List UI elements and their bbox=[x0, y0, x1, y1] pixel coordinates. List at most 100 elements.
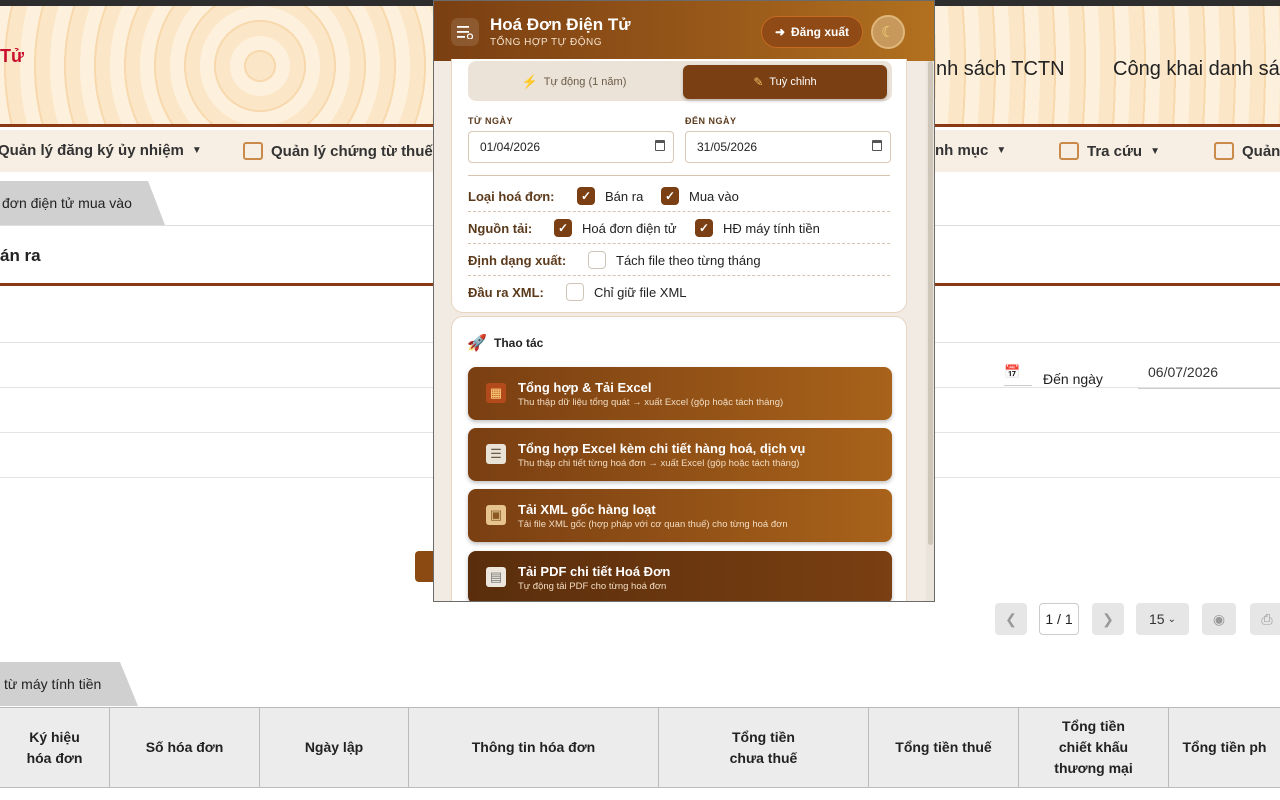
theme-toggle-button[interactable]: ☾ bbox=[871, 15, 905, 49]
print-icon[interactable]: ⎙ bbox=[1250, 603, 1280, 635]
rocket-icon: 🚀 bbox=[467, 335, 487, 352]
page-size-select[interactable]: 15 ⌄ bbox=[1136, 603, 1189, 635]
scrollbar-thumb[interactable] bbox=[928, 61, 933, 545]
format-label: Định dạng xuất: bbox=[468, 253, 567, 268]
calendar-icon[interactable] bbox=[872, 140, 882, 151]
header-link-tctn[interactable]: nh sách TCTN bbox=[936, 58, 1065, 81]
tab-purchase-invoices[interactable]: đơn điện tử mua vào bbox=[0, 181, 165, 225]
table-header: Ký hiệu hóa đơn Số hóa đơn Ngày lập Thôn… bbox=[0, 707, 1280, 788]
divider bbox=[468, 211, 890, 212]
excel-icon: ▦ bbox=[486, 383, 506, 403]
column-header: Ngày lập bbox=[260, 708, 409, 787]
calendar-icon[interactable] bbox=[655, 140, 665, 151]
xml-only-checkbox[interactable] bbox=[566, 283, 584, 301]
xml-output-label: Đầu ra XML: bbox=[468, 285, 544, 300]
sell-label: Bán ra bbox=[605, 189, 644, 204]
nav-item-manage[interactable]: Quản bbox=[1214, 142, 1280, 160]
actions-card: 🚀 Thao tác ▦ Tổng hợp & Tải Excel Thu th… bbox=[451, 316, 907, 601]
logout-button[interactable]: ➜ Đăng xuất bbox=[761, 16, 863, 48]
chevron-down-icon: ▼ bbox=[1150, 145, 1160, 157]
popup-subtitle: TỔNG HỢP TỰ ĐỘNG bbox=[490, 37, 602, 48]
download-pdf-button[interactable]: ▤ Tải PDF chi tiết Hoá Đơn Tự động tải P… bbox=[468, 551, 892, 601]
sell-checkbox[interactable]: ✓ bbox=[577, 187, 595, 205]
from-date-label: TỪ NGÀY bbox=[468, 116, 513, 126]
split-month-checkbox[interactable] bbox=[588, 251, 606, 269]
action-title: Tải XML gốc hàng loạt bbox=[518, 502, 656, 517]
action-title: Tổng hợp & Tải Excel bbox=[518, 380, 652, 395]
site-logo-text: Tử bbox=[0, 46, 25, 66]
mode-auto-label: Tự động (1 năm) bbox=[543, 76, 627, 88]
export-excel-button[interactable]: ▦ Tổng hợp & Tải Excel Thu thập dữ liệu … bbox=[468, 367, 892, 420]
settings-card: ⚡ Tự động (1 năm) ✎ Tuỳ chỉnh TỪ NGÀY 01… bbox=[451, 59, 907, 313]
page: Tử nh sách TCTN Công khai danh sác Quản … bbox=[0, 0, 1280, 800]
download-xml-button[interactable]: ▣ Tải XML gốc hàng loạt Tải file XML gốc… bbox=[468, 489, 892, 542]
page-input[interactable]: 1 / 1 bbox=[1039, 603, 1079, 635]
xml-only-label: Chỉ giữ file XML bbox=[594, 285, 687, 300]
nav-label: Tra cứu bbox=[1087, 142, 1143, 160]
buy-label: Mua vào bbox=[689, 189, 739, 204]
popup-title: Hoá Đơn Điện Tử bbox=[490, 15, 631, 34]
chevron-down-icon: ⌄ bbox=[1167, 613, 1176, 625]
nav-item-authorization[interactable]: Quản lý đăng ký ủy nhiệm ▼ bbox=[0, 142, 202, 159]
popup-header: Hoá Đơn Điện Tử TỔNG HỢP TỰ ĐỘNG ➜ Đăng … bbox=[434, 1, 934, 61]
page-size-value: 15 bbox=[1149, 611, 1165, 627]
divider bbox=[468, 175, 890, 176]
mode-custom-button[interactable]: ✎ Tuỳ chỉnh bbox=[683, 65, 887, 99]
to-date-label: ĐẾN NGÀY bbox=[685, 116, 737, 126]
column-header: Thông tin hóa đơn bbox=[409, 708, 659, 787]
document-icon: ▤ bbox=[486, 567, 506, 587]
chevron-down-icon: ▼ bbox=[191, 145, 202, 156]
buy-checkbox[interactable]: ✓ bbox=[661, 187, 679, 205]
einvoice-label: Hoá đơn điện tử bbox=[582, 221, 677, 236]
clipboard-icon: ☰ bbox=[486, 444, 506, 464]
pencil-icon: ✎ bbox=[753, 75, 764, 89]
cash-register-checkbox[interactable]: ✓ bbox=[695, 219, 713, 237]
cash-register-label: HĐ máy tính tiền bbox=[723, 221, 820, 236]
nav-label: Quản lý đăng ký ủy nhiệm bbox=[0, 142, 184, 159]
export-excel-detail-button[interactable]: ☰ Tổng hợp Excel kèm chi tiết hàng hoá, … bbox=[468, 428, 892, 481]
menu-button[interactable] bbox=[451, 18, 479, 46]
einvoice-checkbox[interactable]: ✓ bbox=[554, 219, 572, 237]
invoice-type-label: Loại hoá đơn: bbox=[468, 189, 555, 204]
nav-item-lookup[interactable]: Tra cứu ▼ bbox=[1059, 142, 1160, 160]
document-icon bbox=[1214, 142, 1234, 160]
action-description: Tự động tải PDF cho từng hoá đơn bbox=[518, 581, 667, 592]
to-date-input[interactable]: 31/05/2026 bbox=[685, 131, 891, 163]
from-date-input[interactable]: 01/04/2026 bbox=[468, 131, 674, 163]
column-header: Tổng tiền thuế bbox=[869, 708, 1019, 787]
divider bbox=[468, 243, 890, 244]
to-date-value: 31/05/2026 bbox=[697, 140, 758, 154]
logout-label: Đăng xuất bbox=[791, 25, 850, 39]
export-icon[interactable]: ◉ bbox=[1202, 603, 1236, 635]
next-page-button[interactable]: ❯ bbox=[1092, 603, 1124, 635]
column-header: Ký hiệu hóa đơn bbox=[0, 708, 110, 787]
prev-page-button[interactable]: ❮ bbox=[995, 603, 1027, 635]
nav-label: nh mục bbox=[935, 142, 989, 159]
tab-cash-register-invoices[interactable]: từ máy tính tiền bbox=[0, 662, 138, 706]
nav-item-tax-documents[interactable]: Quản lý chứng từ thuế th bbox=[243, 142, 451, 160]
mode-auto-button[interactable]: ⚡ Tự động (1 năm) bbox=[470, 65, 678, 99]
nav-item-catalog[interactable]: nh mục ▼ bbox=[935, 142, 1006, 159]
from-date-value: 01/04/2026 bbox=[480, 140, 541, 154]
action-title: Tải PDF chi tiết Hoá Đơn bbox=[518, 564, 671, 579]
action-title: Tổng hợp Excel kèm chi tiết hàng hoá, dị… bbox=[518, 441, 806, 456]
folder-icon: ▣ bbox=[486, 505, 506, 525]
actions-title: Thao tác bbox=[494, 336, 544, 350]
nav-label: Quản bbox=[1242, 142, 1280, 160]
menu-icon bbox=[457, 26, 473, 39]
split-month-label: Tách file theo từng tháng bbox=[616, 253, 761, 268]
divider bbox=[468, 275, 890, 276]
nav-label: Quản lý chứng từ thuế th bbox=[271, 142, 452, 160]
document-search-icon bbox=[1059, 142, 1079, 160]
section-title: án ra bbox=[0, 246, 41, 265]
to-date-input[interactable]: 06/07/2026 bbox=[1138, 363, 1280, 389]
action-description: Thu thập dữ liệu tổng quát → xuất Excel … bbox=[518, 397, 784, 408]
mode-segmented-control: ⚡ Tự động (1 năm) ✎ Tuỳ chỉnh bbox=[468, 61, 892, 101]
calendar-icon[interactable]: 📅 bbox=[1004, 364, 1032, 386]
extension-popup: Hoá Đơn Điện Tử TỔNG HỢP TỰ ĐỘNG ➜ Đăng … bbox=[433, 0, 935, 602]
action-description: Thu thập chi tiết từng hoá đơn → xuất Ex… bbox=[518, 458, 800, 469]
logout-icon: ➜ bbox=[774, 25, 786, 39]
column-header: Số hóa đơn bbox=[110, 708, 260, 787]
column-header: Tổng tiền ph bbox=[1182, 739, 1267, 755]
header-link-public-list[interactable]: Công khai danh sác bbox=[1113, 58, 1280, 81]
